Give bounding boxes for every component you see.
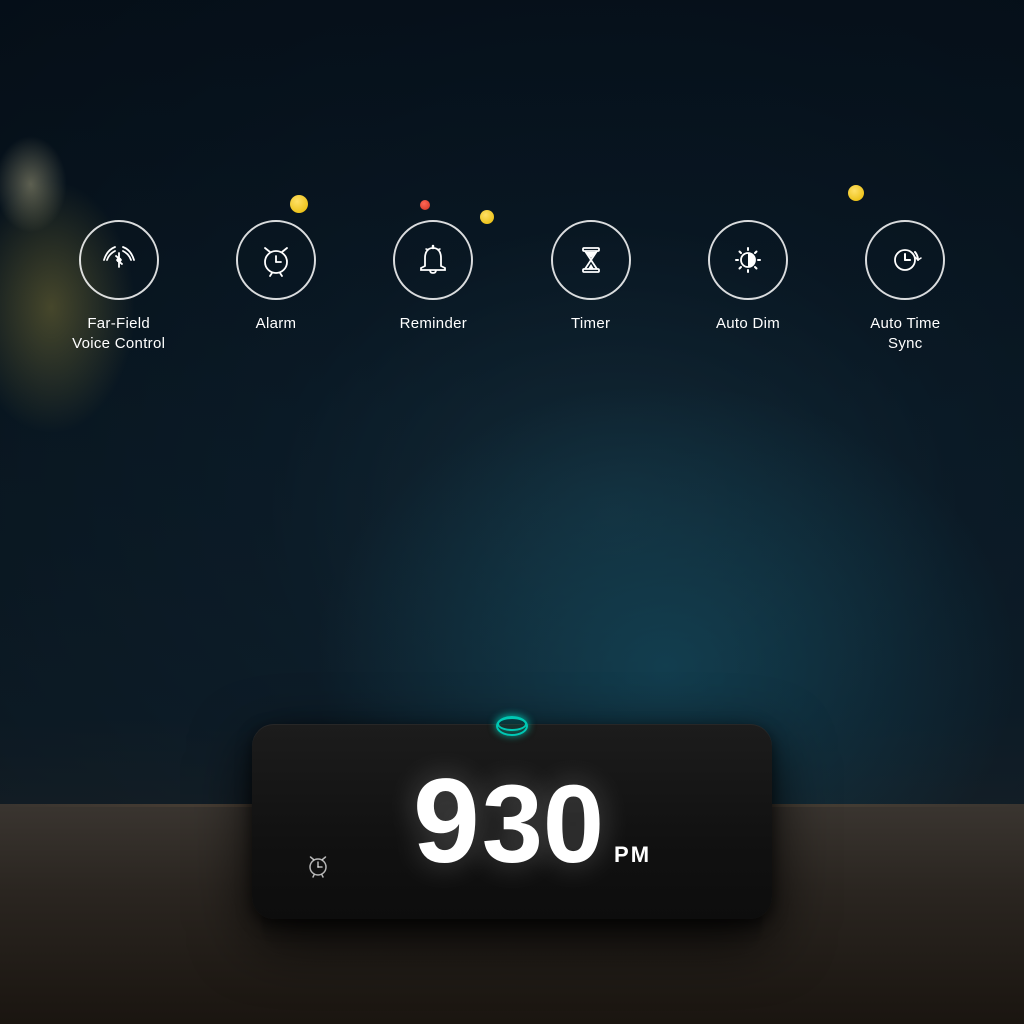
feature-auto-dim: Auto Dim [689,220,806,334]
clock-device: 9 30 PM [252,724,772,919]
hour-digit: 9 [413,761,478,881]
alarm-label: Alarm [256,314,297,334]
clock-sync-icon [885,240,925,280]
alarm-clock-icon [256,240,296,280]
time-separator: 30 [482,770,604,880]
timer-icon-circle [551,220,631,300]
timer-label: Timer [571,314,610,334]
reminder-label: Reminder [400,314,467,334]
hourglass-icon [571,240,611,280]
decoration-ball-3 [420,200,430,210]
feature-far-field-voice: Far-FieldVoice Control [60,220,177,355]
brightness-icon [728,240,768,280]
features-row: Far-FieldVoice Control Alarm [0,220,1024,355]
alarm-status-icon [304,851,332,884]
time-display: 9 30 PM [332,761,732,882]
decoration-ball-4 [848,185,864,201]
feature-auto-time-sync: Auto TimeSync [847,220,964,355]
auto-dim-icon-circle [708,220,788,300]
clock-face: 9 30 PM [252,724,772,919]
feature-timer: Timer [532,220,649,334]
decoration-ball-1 [290,195,308,213]
period-indicator: PM [614,842,651,868]
far-field-voice-label: Far-FieldVoice Control [72,314,165,355]
auto-dim-label: Auto Dim [716,314,780,334]
feature-alarm: Alarm [217,220,334,334]
auto-time-sync-label: Auto TimeSync [870,314,940,355]
reminder-icon-circle [393,220,473,300]
alarm-icon-circle [236,220,316,300]
feature-reminder: Reminder [375,220,492,334]
far-field-voice-icon-circle [79,220,159,300]
wifi-signal-icon [99,240,139,280]
auto-time-sync-icon-circle [865,220,945,300]
bell-icon [413,240,453,280]
